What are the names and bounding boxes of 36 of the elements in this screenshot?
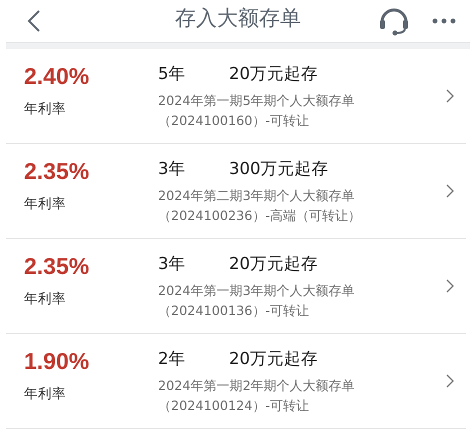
product-row[interactable]: 1.90% 年利率 2年 20万元起存 2024年第一期2年期个人大额存单 （2024100124）-可转让 (6, 334, 466, 429)
product-note: （2024100160）-可转让 (158, 113, 310, 131)
interest-rate: 1.90% (24, 348, 90, 375)
minimum-amount: 20万元起存 (229, 63, 318, 85)
headset-icon[interactable] (378, 6, 410, 36)
chevron-right-icon (446, 184, 454, 198)
rate-label: 年利率 (24, 195, 66, 213)
product-name: 2024年第一期2年期个人大额存单 (158, 378, 355, 396)
chevron-right-icon (446, 374, 454, 388)
rate-label: 年利率 (24, 385, 66, 403)
minimum-amount: 300万元起存 (229, 158, 328, 180)
term-text: 5年 (158, 63, 186, 85)
product-note: （2024100136）-可转让 (158, 303, 310, 321)
rate-label: 年利率 (24, 290, 66, 308)
term-text: 3年 (158, 158, 186, 180)
chevron-right-icon (446, 89, 454, 103)
product-name: 2024年第一期5年期个人大额存单 (158, 93, 355, 111)
product-note: （2024100236）-高端（可转让） (158, 208, 362, 226)
chevron-right-icon (446, 279, 454, 293)
interest-rate: 2.35% (24, 158, 90, 185)
page-title: 存入大额存单 (175, 5, 301, 32)
product-note: （2024100124）-可转让 (158, 398, 310, 416)
interest-rate: 2.35% (24, 253, 90, 280)
back-icon[interactable] (27, 9, 41, 33)
product-name: 2024年第一期3年期个人大额存单 (158, 283, 355, 301)
term-text: 2年 (158, 348, 186, 370)
minimum-amount: 20万元起存 (229, 348, 318, 370)
product-name: 2024年第二期3年期个人大额存单 (158, 188, 355, 206)
interest-rate: 2.40% (24, 63, 90, 90)
minimum-amount: 20万元起存 (229, 253, 318, 275)
rate-label: 年利率 (24, 100, 66, 118)
product-row[interactable]: 2.35% 年利率 3年 20万元起存 2024年第一期3年期个人大额存单 （2024100136）-可转让 (6, 239, 466, 334)
product-row[interactable]: 2.40% 年利率 5年 20万元起存 2024年第一期5年期个人大额存单 （2024100160）-可转让 (6, 49, 466, 144)
term-text: 3年 (158, 253, 186, 275)
product-row[interactable]: 2.35% 年利率 3年 300万元起存 2024年第二期3年期个人大额存单 （2024100236）-高端（可转让） (6, 144, 466, 239)
more-icon[interactable] (432, 18, 456, 24)
